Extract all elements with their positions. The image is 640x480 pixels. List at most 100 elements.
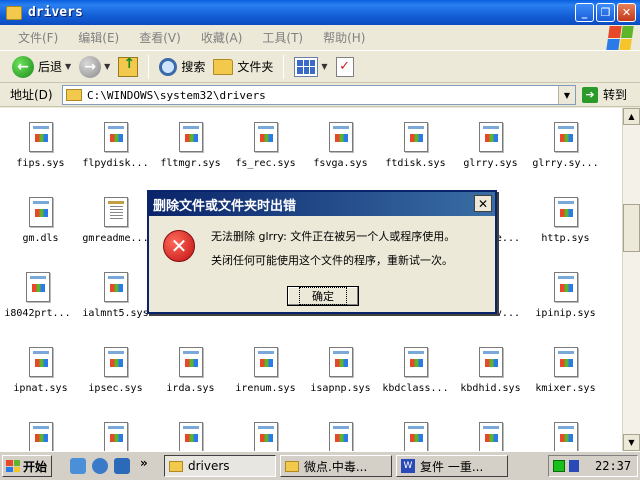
folder-icon	[285, 460, 299, 472]
clock[interactable]: 22:37	[595, 459, 631, 473]
address-bar: 地址(D) C:\WINDOWS\system32\drivers ▼ ➔ 转到	[0, 83, 640, 107]
file-item[interactable]: i8042prt...	[0, 272, 75, 319]
restore-button[interactable]: ❐	[596, 3, 615, 22]
file-item[interactable]: irda.sys	[153, 347, 228, 394]
task-label: drivers	[188, 459, 230, 473]
search-button[interactable]: 搜索	[155, 54, 209, 80]
file-name: kbdhid.sys	[460, 383, 521, 394]
system-file-icon	[478, 347, 503, 377]
folders-icon	[213, 58, 234, 75]
address-dropdown-icon[interactable]: ▼	[558, 86, 575, 104]
windows-logo-icon	[606, 26, 634, 50]
file-item[interactable]	[303, 422, 378, 451]
taskbar-item-word[interactable]: W 复件 一重...	[396, 455, 508, 477]
file-name: fltmgr.sys	[160, 158, 221, 169]
checklist-icon: ✓	[335, 56, 354, 77]
file-item[interactable]: fsvga.sys	[303, 122, 378, 169]
taskbar: 开始 » drivers 微点.中毒... W 复件 一重... 22:37	[0, 451, 640, 480]
quicklaunch-more-icon[interactable]: »	[140, 456, 148, 470]
tray-status-icon[interactable]	[553, 460, 565, 472]
search-icon	[159, 57, 178, 76]
window-title: drivers	[28, 5, 83, 20]
file-item[interactable]: gm.dls	[3, 197, 78, 244]
file-item[interactable]	[228, 422, 303, 451]
menu-view[interactable]: 查看(V)	[139, 29, 181, 46]
file-name: ftdisk.sys	[385, 158, 446, 169]
file-item[interactable]	[528, 422, 603, 451]
menu-tools[interactable]: 工具(T)	[262, 29, 303, 46]
file-name: isapnp.sys	[310, 383, 371, 394]
file-item[interactable]	[3, 422, 78, 451]
scroll-down-button[interactable]: ▼	[623, 434, 640, 451]
file-item[interactable]: kbdhid.sys	[453, 347, 528, 394]
folders-button[interactable]: 文件夹	[209, 54, 277, 80]
system-file-icon	[328, 122, 353, 152]
scroll-thumb[interactable]	[623, 204, 640, 252]
file-item[interactable]: isapnp.sys	[303, 347, 378, 394]
task-label: 微点.中毒...	[304, 459, 368, 474]
file-item[interactable]: glrry.sys	[453, 122, 528, 169]
file-item[interactable]	[378, 422, 453, 451]
quicklaunch-icon[interactable]	[114, 458, 130, 474]
tray-network-icon[interactable]	[569, 460, 579, 472]
go-button[interactable]: ➔ 转到	[582, 86, 627, 103]
folder-icon	[6, 5, 22, 20]
scroll-up-button[interactable]: ▲	[623, 108, 640, 125]
dialog-close-button[interactable]: ✕	[474, 195, 492, 212]
address-value[interactable]: C:\WINDOWS\system32\drivers	[87, 89, 266, 102]
close-button[interactable]: ✕	[617, 3, 636, 22]
views-button[interactable]: ▼	[290, 54, 331, 80]
ok-button[interactable]: 确定	[287, 286, 359, 306]
file-item[interactable]: fs_rec.sys	[228, 122, 303, 169]
properties-button[interactable]: ✓	[332, 54, 358, 80]
file-item[interactable]: flpydisk...	[78, 122, 153, 169]
file-item[interactable]: irenum.sys	[228, 347, 303, 394]
menu-edit[interactable]: 编辑(E)	[78, 29, 119, 46]
file-item[interactable]: ipsec.sys	[78, 347, 153, 394]
file-item[interactable]: http.sys	[528, 197, 603, 244]
back-arrow-icon: ←	[12, 55, 34, 78]
folder-up-icon	[118, 56, 139, 77]
file-item[interactable]: ialmnt5.sys	[78, 272, 153, 319]
file-item[interactable]: ipinip.sys	[528, 272, 603, 319]
file-item[interactable]: kmixer.sys	[528, 347, 603, 394]
menu-favorites[interactable]: 收藏(A)	[201, 29, 243, 46]
file-item[interactable]	[453, 422, 528, 451]
back-dropdown-icon[interactable]: ▼	[65, 62, 71, 71]
vertical-scrollbar[interactable]: ▲ ▼	[622, 108, 640, 451]
menu-file[interactable]: 文件(F)	[18, 29, 58, 46]
file-item[interactable]	[78, 422, 153, 451]
system-file-icon	[28, 422, 53, 451]
file-item[interactable]: kbdclass...	[378, 347, 453, 394]
file-name: ialmnt5.sys	[82, 308, 149, 319]
system-file-icon	[553, 422, 578, 451]
system-file-icon	[25, 272, 50, 302]
forward-dropdown-icon[interactable]: ▼	[104, 62, 110, 71]
file-item[interactable]: glrry.sy...	[528, 122, 603, 169]
start-button[interactable]: 开始	[2, 455, 52, 477]
taskbar-item-drivers[interactable]: drivers	[164, 455, 276, 477]
quicklaunch-icon[interactable]	[92, 458, 108, 474]
address-input[interactable]: C:\WINDOWS\system32\drivers ▼	[62, 85, 576, 105]
views-dropdown-icon[interactable]: ▼	[321, 62, 327, 71]
file-item[interactable]: gmreadme...	[78, 197, 153, 244]
forward-button[interactable]: → ▼	[75, 54, 114, 80]
file-item[interactable]	[153, 422, 228, 451]
file-item[interactable]: ftdisk.sys	[378, 122, 453, 169]
file-name: glrry.sys	[463, 158, 518, 169]
menu-help[interactable]: 帮助(H)	[323, 29, 365, 46]
quicklaunch-icon[interactable]	[70, 458, 86, 474]
start-label: 开始	[23, 459, 48, 474]
system-file-icon	[253, 122, 278, 152]
system-file-icon	[28, 347, 53, 377]
system-file-icon	[103, 422, 128, 451]
system-tray: 22:37	[548, 455, 638, 477]
file-item[interactable]: fips.sys	[3, 122, 78, 169]
file-item[interactable]: fltmgr.sys	[153, 122, 228, 169]
up-button[interactable]	[114, 54, 142, 80]
minimize-button[interactable]: _	[575, 3, 594, 22]
taskbar-item-folder[interactable]: 微点.中毒...	[280, 455, 392, 477]
back-label: 后退	[38, 60, 63, 74]
file-item[interactable]: ipnat.sys	[3, 347, 78, 394]
back-button[interactable]: ← 后退 ▼	[8, 54, 75, 80]
